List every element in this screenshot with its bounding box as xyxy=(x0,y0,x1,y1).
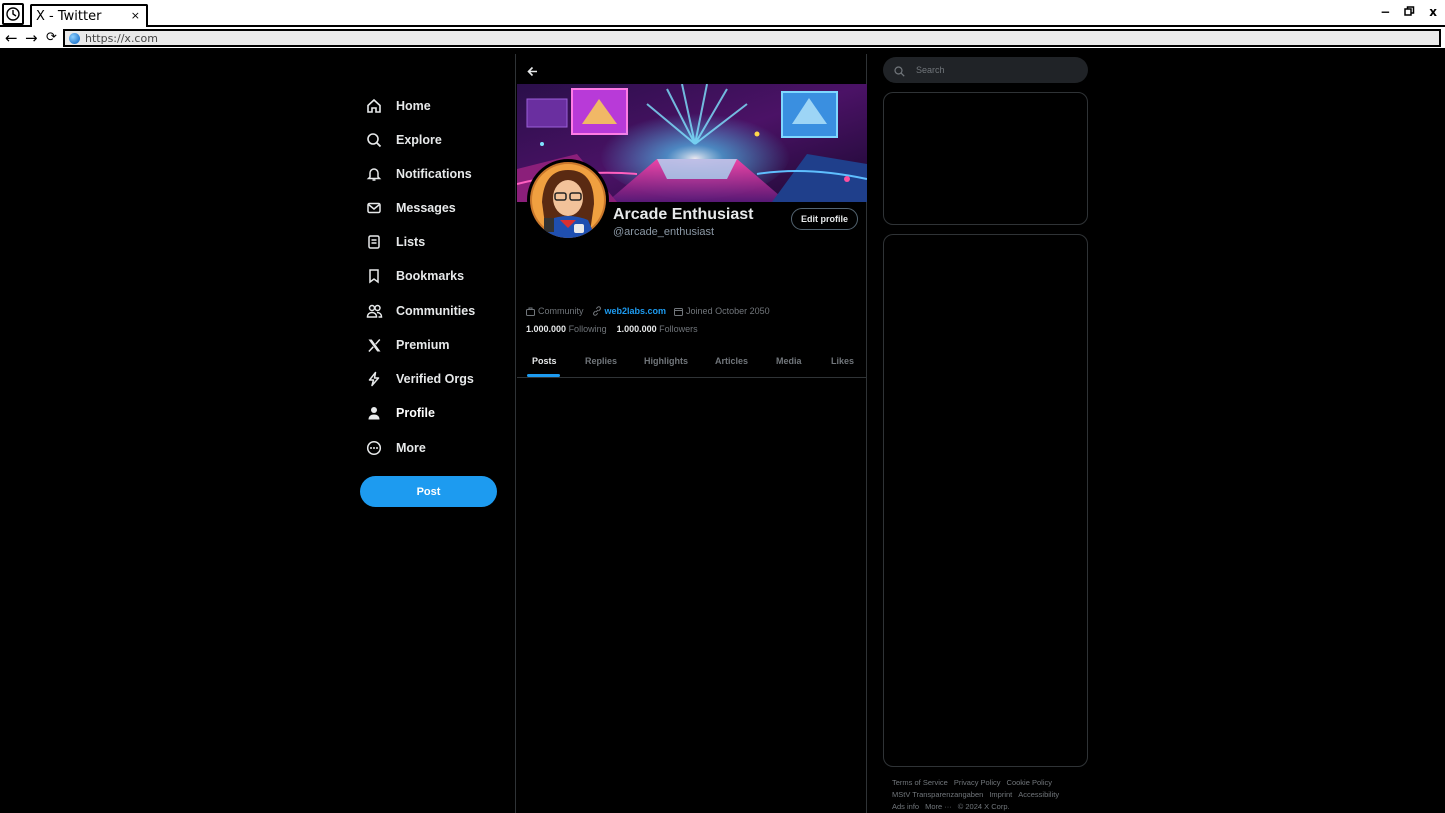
footer-link[interactable]: Cookie Policy xyxy=(1007,778,1052,787)
bell-icon xyxy=(364,164,384,184)
sidebar-item-explore[interactable]: Explore xyxy=(364,128,442,152)
calendar-icon xyxy=(674,307,684,316)
profile-handle: @arcade_enthusiast xyxy=(613,226,715,238)
more-circle-icon xyxy=(364,438,384,458)
link-icon xyxy=(592,306,602,316)
people-icon xyxy=(364,301,384,321)
footer-link[interactable]: Terms of Service xyxy=(892,778,948,787)
search-input[interactable]: Search xyxy=(883,57,1088,83)
profile-website-link[interactable]: web2labs.com xyxy=(605,306,667,316)
sidebar-item-label: Messages xyxy=(396,201,456,215)
following-stat[interactable]: 1.000.000 Following xyxy=(526,324,607,334)
profile-category: Community xyxy=(538,306,584,316)
reload-button[interactable]: ⟳ xyxy=(46,30,57,45)
sidebar-item-label: More xyxy=(396,441,426,455)
browser-navbar: ← → ⟳ https://x.com xyxy=(0,27,1445,50)
back-arrow-icon[interactable] xyxy=(527,64,538,82)
bookmark-icon xyxy=(364,266,384,286)
sidebar-item-communities[interactable]: Communities xyxy=(364,299,475,323)
followers-label: Followers xyxy=(659,324,698,334)
tab-posts[interactable]: Posts xyxy=(532,356,557,366)
sidebar-item-profile[interactable]: Profile xyxy=(364,401,435,425)
back-button[interactable]: ← xyxy=(5,29,18,47)
sidebar-item-label: Premium xyxy=(396,338,450,352)
restore-icon xyxy=(1404,6,1415,16)
sidebar-panel-top xyxy=(883,92,1088,225)
briefcase-icon xyxy=(526,307,535,316)
post-button[interactable]: Post xyxy=(360,476,497,507)
sidebar-item-premium[interactable]: Premium xyxy=(364,333,450,357)
following-label: Following xyxy=(568,324,607,334)
active-tab-indicator xyxy=(527,374,560,377)
lightning-icon xyxy=(364,369,384,389)
sidebar-item-label: Verified Orgs xyxy=(396,372,474,386)
sidebar-panel-trends xyxy=(883,234,1088,767)
tab-title: X - Twitter xyxy=(36,9,102,24)
footer-link[interactable]: Imprint xyxy=(989,790,1012,799)
browser-titlebar: X - Twitter × − x xyxy=(0,0,1445,27)
sidebar-item-label: Bookmarks xyxy=(396,269,465,283)
footer-link[interactable]: Accessibility xyxy=(1018,790,1059,799)
envelope-icon xyxy=(364,198,384,218)
search-icon xyxy=(364,130,384,150)
followers-count: 1.000.000 xyxy=(616,324,657,334)
close-window-button[interactable]: x xyxy=(1429,5,1437,19)
restore-button[interactable] xyxy=(1404,5,1415,19)
sidebar-item-notifications[interactable]: Notifications xyxy=(364,162,472,186)
sidebar-item-label: Communities xyxy=(396,304,476,318)
sidebar-item-more[interactable]: More xyxy=(364,436,426,460)
sidebar-item-messages[interactable]: Messages xyxy=(364,196,456,220)
sidebar-item-label: Explore xyxy=(396,133,442,147)
tab-replies[interactable]: Replies xyxy=(585,356,617,366)
forward-button[interactable]: → xyxy=(25,29,38,47)
profile-meta: Community web2labs.com Joined October 20… xyxy=(526,306,778,316)
x-logo-icon xyxy=(364,335,384,355)
minimize-button[interactable]: − xyxy=(1380,5,1390,19)
avatar[interactable] xyxy=(527,159,609,241)
sidebar-item-label: Lists xyxy=(396,235,426,249)
footer-copyright: © 2024 X Corp. xyxy=(957,802,1010,811)
home-icon xyxy=(364,96,384,116)
globe-icon xyxy=(69,33,80,44)
edit-profile-button[interactable]: Edit profile xyxy=(791,208,858,230)
sidebar-item-label: Notifications xyxy=(396,167,472,181)
footer-links: Terms of Service Privacy Policy Cookie Pol… xyxy=(892,777,1102,813)
search-placeholder: Search xyxy=(916,65,945,75)
profile-stats: 1.000.000 Following 1.000.000 Followers xyxy=(526,324,708,334)
footer-link[interactable]: MStV Transparenzangaben xyxy=(892,790,983,799)
search-icon xyxy=(894,64,905,82)
sidebar-item-home[interactable]: Home xyxy=(364,94,431,118)
tab-likes[interactable]: Likes xyxy=(831,356,854,366)
sidebar-item-bookmarks[interactable]: Bookmarks xyxy=(364,264,464,288)
tab-highlights[interactable]: Highlights xyxy=(644,356,688,366)
sidebar-item-verified-orgs[interactable]: Verified Orgs xyxy=(364,367,474,391)
sidebar-item-label: Profile xyxy=(396,406,435,420)
followers-stat[interactable]: 1.000.000 Followers xyxy=(617,324,698,334)
page-viewport: Home Explore Notifications Messages List… xyxy=(0,50,1445,813)
profile-column: Arcade Enthusiast @arcade_enthusiast Edi… xyxy=(515,54,867,813)
footer-link[interactable]: Ads info xyxy=(892,802,919,811)
profile-tabs: Posts Replies Highlights Articles Media … xyxy=(517,344,867,378)
browser-tab[interactable]: X - Twitter × xyxy=(30,4,148,27)
tab-media[interactable]: Media xyxy=(776,356,802,366)
history-button[interactable] xyxy=(2,3,24,25)
following-count: 1.000.000 xyxy=(526,324,567,334)
person-icon xyxy=(364,403,384,423)
profile-display-name: Arcade Enthusiast xyxy=(613,206,754,223)
sidebar-item-lists[interactable]: Lists xyxy=(364,230,425,254)
tab-close-button[interactable]: × xyxy=(131,9,140,22)
profile-joined-date: Joined October 2050 xyxy=(686,306,770,316)
sidebar-item-label: Home xyxy=(396,99,431,113)
footer-link[interactable]: More ··· xyxy=(925,802,952,811)
address-bar[interactable]: https://x.com xyxy=(63,29,1441,47)
tab-articles[interactable]: Articles xyxy=(715,356,748,366)
url-text: https://x.com xyxy=(85,32,158,45)
footer-link[interactable]: Privacy Policy xyxy=(954,778,1001,787)
clock-icon xyxy=(6,7,20,21)
list-icon xyxy=(364,232,384,252)
